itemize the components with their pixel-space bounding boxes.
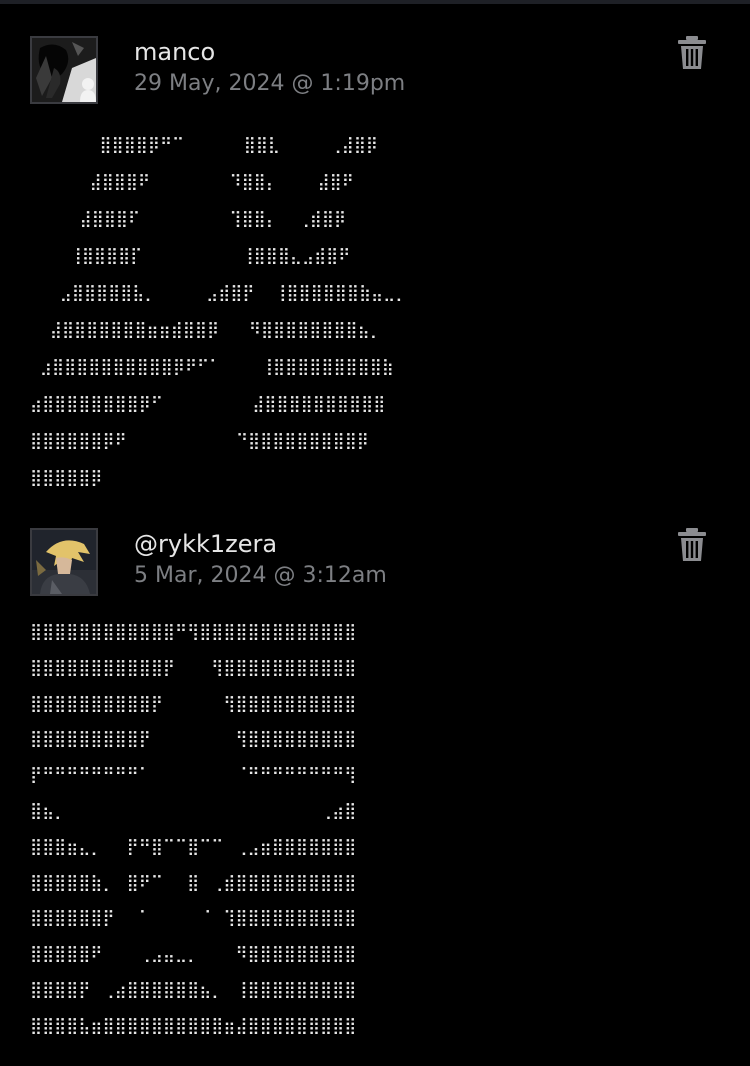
comment-timestamp: 29 May, 2024 @ 1:19pm — [134, 71, 406, 96]
delete-button[interactable] — [676, 36, 708, 70]
trash-icon — [678, 36, 706, 69]
comment-timestamp: 5 Mar, 2024 @ 3:12am — [134, 563, 387, 588]
trash-icon — [678, 528, 706, 561]
delete-button[interactable] — [676, 528, 708, 562]
top-strip — [0, 0, 750, 4]
avatar-blond-character-icon — [32, 530, 96, 594]
ascii-art: ⣿⣿⣿⣿⡿⠛⠉ ⣿⣿⣇ ⢀⣼⣿⡿ ⣼⣿⣿⣿⠟ ⠹⣿⣿⡄ ⣼⣿⠟ ⣼⣿⣿⣿⠏ ⢹⣿… — [30, 135, 408, 487]
avatar[interactable] — [30, 528, 98, 596]
ascii-art: ⣿⣿⣿⣿⣿⣿⣿⣿⣿⣿⣿⣿⠛⢻⣿⣿⣿⣿⣿⣿⣿⣿⣿⣿⣿⣿⣿ ⣿⣿⣿⣿⣿⣿⣿⣿⣿⣿⣿⡟… — [30, 622, 357, 1035]
author-name[interactable]: @rykk1zera — [134, 528, 277, 560]
author-name[interactable]: manco — [134, 36, 215, 68]
avatar[interactable] — [30, 36, 98, 104]
avatar-dark-figure-icon — [32, 38, 96, 102]
